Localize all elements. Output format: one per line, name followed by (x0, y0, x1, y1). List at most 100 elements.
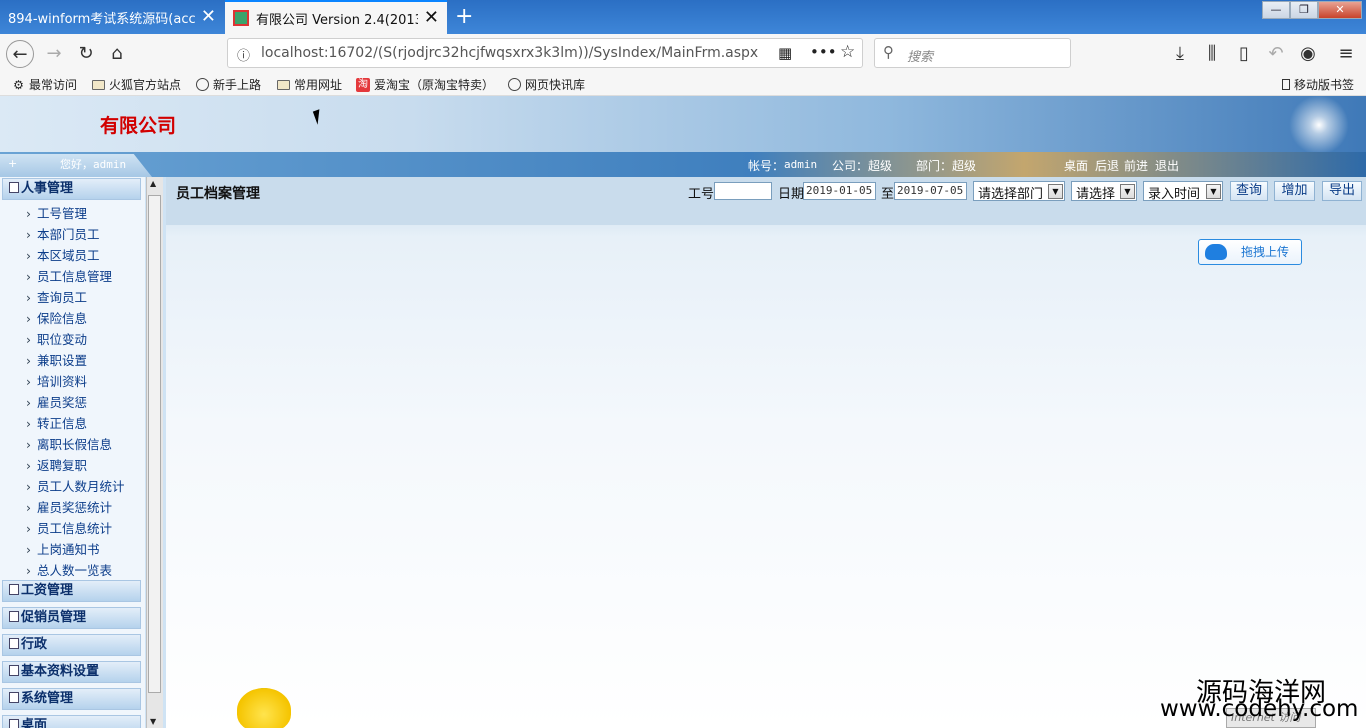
bookmark-most-visited[interactable]: ⚙ 最常访问 (12, 76, 77, 93)
link-desktop[interactable]: 桌面 (1064, 157, 1088, 174)
main-content: 员工档案管理 工号 日期 2019-01-05 至 2019-07-05 请选择… (166, 177, 1366, 728)
menu-item-search-staff[interactable]: 查询员工 (26, 287, 87, 306)
group-icon (9, 584, 19, 595)
mascot-icon (237, 688, 291, 728)
menu-item-position-change[interactable]: 职位变动 (26, 329, 87, 348)
account-label: 帐号： (748, 159, 785, 173)
url-bar[interactable]: ⓘ localhost:16702/(S(rjodjrc32hcjfwqsxrx… (227, 38, 863, 68)
menu-item-rewards[interactable]: 雇员奖惩 (26, 392, 87, 411)
reload-icon[interactable]: ↻ (72, 40, 100, 68)
sidebar: 人事管理 工号管理 本部门员工 本区域员工 员工信息管理 查询员工 保险信息 职… (0, 177, 166, 728)
bookmark-firefox-site[interactable]: 火狐官方站点 (92, 76, 181, 93)
menu-group-payroll[interactable]: 工资管理 (2, 580, 141, 602)
menu-item-dept-staff[interactable]: 本部门员工 (26, 224, 100, 243)
back-arrow-icon[interactable]: ← (6, 40, 34, 68)
menu-item-staff-info[interactable]: 员工信息管理 (26, 266, 112, 285)
menu-item-headcount-overview[interactable]: 总人数一览表 (26, 560, 112, 579)
group-icon (9, 665, 19, 676)
library-icon[interactable]: ⫼ (1198, 40, 1226, 68)
link-back[interactable]: 后退 (1095, 157, 1119, 174)
entry-time-select[interactable]: 录入时间 ▼ (1143, 181, 1223, 202)
sidebar-scroll-thumb[interactable] (148, 195, 161, 693)
select-value: 请选择 (1076, 187, 1116, 202)
bookmark-getting-started[interactable]: 新手上路 (196, 76, 261, 93)
date-to-label: 至 (881, 187, 895, 202)
scroll-down-icon[interactable]: ▼ (150, 717, 156, 726)
chevron-down-icon: ▼ (1206, 184, 1221, 199)
generic-select[interactable]: 请选择 ▼ (1071, 181, 1137, 202)
bookmark-label: 网页快讯库 (525, 78, 586, 92)
browser-tab-2[interactable]: 有限公司 Version 2.4(201308) ✕ (225, 0, 447, 34)
menu-item-monthly-headcount[interactable]: 员工人数月统计 (26, 476, 125, 495)
close-window-button[interactable]: ✕ (1318, 1, 1362, 19)
menu-group-hr[interactable]: 人事管理 (2, 178, 141, 200)
upload-label: 拖拽上传 (1241, 245, 1290, 259)
bookmark-label: 火狐官方站点 (109, 78, 182, 92)
link-logout[interactable]: 退出 (1155, 157, 1179, 174)
download-icon[interactable]: ⤓ (1166, 40, 1194, 68)
close-tab-icon[interactable]: ✕ (424, 9, 439, 27)
menu-group-system[interactable]: 系统管理 (2, 688, 141, 710)
account-icon[interactable]: ◉ (1294, 40, 1322, 68)
menu-icon[interactable]: ≡ (1332, 40, 1360, 68)
date-to-input[interactable]: 2019-07-05 (894, 182, 967, 200)
menu-item-leave[interactable]: 离职长假信息 (26, 434, 112, 453)
url-text[interactable]: localhost:16702/(S(rjodjrc32hcjfwqsxrx3k… (261, 45, 758, 61)
group-icon (9, 692, 19, 703)
department-select[interactable]: 请选择部门 ▼ (973, 181, 1065, 202)
menu-item-staff-stats[interactable]: 员工信息统计 (26, 518, 112, 537)
add-button[interactable]: 增加 (1274, 181, 1315, 201)
bookmark-web-slices[interactable]: 网页快讯库 (508, 76, 585, 93)
employee-id-label: 工号 (688, 187, 715, 202)
group-label: 工资管理 (21, 583, 74, 598)
employee-id-input[interactable] (714, 182, 772, 200)
chevron-down-icon: ▼ (1048, 184, 1063, 199)
home-icon[interactable]: ⌂ (103, 40, 131, 68)
qr-code-icon[interactable]: ▦ (778, 44, 792, 62)
link-forward[interactable]: 前进 (1124, 157, 1148, 174)
menu-item-region-staff[interactable]: 本区域员工 (26, 245, 100, 264)
menu-item-part-time[interactable]: 兼职设置 (26, 350, 87, 369)
bookmark-label: 最常访问 (29, 78, 78, 92)
minimize-button[interactable]: — (1262, 1, 1290, 19)
more-actions-icon[interactable]: ••• (810, 43, 837, 61)
browser-tab-1[interactable]: 894-winform考试系统源码(access ✕ (0, 0, 224, 34)
menu-group-basic-settings[interactable]: 基本资料设置 (2, 661, 141, 683)
date-label: 日期 (778, 187, 805, 202)
close-tab-icon[interactable]: ✕ (201, 8, 216, 26)
maximize-button[interactable]: ❐ (1290, 1, 1318, 19)
menu-group-admin[interactable]: 行政 (2, 634, 141, 656)
menu-item-onboard-notice[interactable]: 上岗通知书 (26, 539, 100, 558)
company-name: 有限公司 (100, 115, 177, 137)
menu-group-promoters[interactable]: 促销员管理 (2, 607, 141, 629)
drag-upload-button[interactable]: 拖拽上传 (1198, 239, 1302, 265)
menu-item-training[interactable]: 培训资料 (26, 371, 87, 390)
forward-arrow-icon[interactable]: → (40, 40, 68, 68)
menu-item-employee-id[interactable]: 工号管理 (26, 203, 87, 222)
bookmark-aitaobao[interactable]: 淘爱淘宝（原淘宝特卖） (356, 76, 494, 93)
bookmark-common-sites[interactable]: 常用网址 (277, 76, 342, 93)
bookmark-star-icon[interactable]: ☆ (840, 42, 855, 62)
export-button[interactable]: 导出 (1322, 181, 1362, 201)
menu-group-desktop[interactable]: 桌面 (2, 715, 141, 728)
group-icon (9, 182, 19, 193)
globe-icon (196, 78, 209, 91)
search-input[interactable]: ⚲ 搜索 (874, 38, 1071, 68)
group-icon (9, 638, 19, 649)
menu-item-reward-stats[interactable]: 雇员奖惩统计 (26, 497, 112, 516)
query-button[interactable]: 查询 (1230, 181, 1268, 201)
sidebar-toggle-icon[interactable]: ▯ (1230, 40, 1258, 68)
date-from-input[interactable]: 2019-01-05 (803, 182, 876, 200)
company-label: 公司：超级 (832, 159, 893, 173)
chevron-down-icon: ▼ (1120, 184, 1135, 199)
undo-icon[interactable]: ↶ (1262, 40, 1290, 68)
new-tab-button[interactable]: + (455, 4, 473, 29)
sidebar-menu: 人事管理 工号管理 本部门员工 本区域员工 员工信息管理 查询员工 保险信息 职… (0, 177, 145, 728)
info-icon[interactable]: ⓘ (237, 45, 250, 64)
menu-item-rehire[interactable]: 返聘复职 (26, 455, 87, 474)
scroll-up-icon[interactable]: ▲ (150, 179, 156, 188)
group-label: 桌面 (21, 718, 48, 728)
tab-title: 有限公司 Version 2.4(201308) (256, 12, 418, 28)
menu-item-regularization[interactable]: 转正信息 (26, 413, 87, 432)
menu-item-insurance[interactable]: 保险信息 (26, 308, 87, 327)
